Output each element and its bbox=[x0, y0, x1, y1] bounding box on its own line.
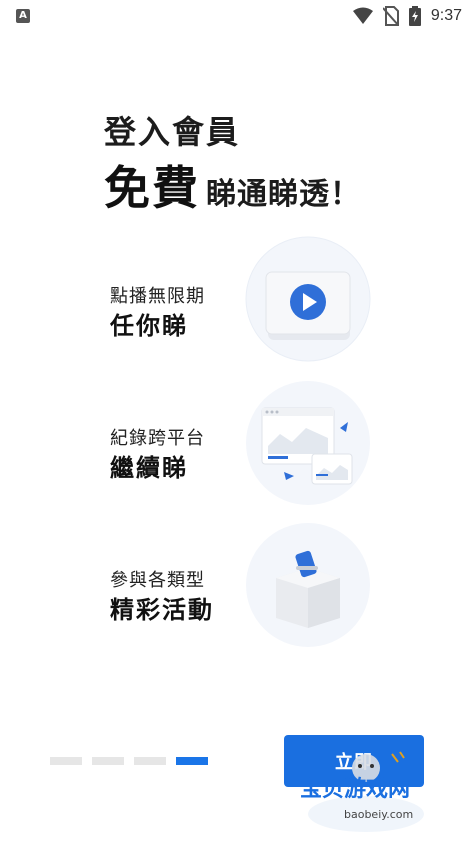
status-icons: 9:37 bbox=[352, 6, 462, 26]
page-dot bbox=[134, 757, 166, 765]
app-notification-icon: A bbox=[16, 9, 30, 23]
battery-charging-icon bbox=[408, 6, 421, 26]
ballot-box-icon bbox=[246, 523, 370, 647]
start-now-button[interactable]: 立即 bbox=[284, 735, 424, 787]
feature-caption: 點播無限期 bbox=[110, 286, 205, 307]
feature-cross-platform: 紀錄跨平台 繼續睇 bbox=[110, 380, 410, 510]
status-bar: A 9:37 bbox=[0, 0, 474, 34]
video-play-icon bbox=[245, 236, 371, 362]
feature-title: 繼續睇 bbox=[110, 454, 188, 482]
cross-platform-icon bbox=[246, 381, 370, 505]
headline-line-2: 免費 睇通睇透！ bbox=[104, 152, 361, 218]
page-dot bbox=[50, 757, 82, 765]
clock: 9:37 bbox=[430, 7, 462, 24]
page-dot-active bbox=[176, 757, 208, 765]
headline-rest: 睇通睇透！ bbox=[206, 177, 361, 212]
feature-caption: 參與各類型 bbox=[110, 570, 205, 591]
feature-video-on-demand: 點播無限期 任你睇 bbox=[110, 236, 410, 366]
feature-title: 精彩活動 bbox=[110, 596, 214, 624]
wifi-icon bbox=[352, 7, 373, 24]
page-dot bbox=[92, 757, 124, 765]
headline-free: 免費 bbox=[104, 161, 200, 215]
feature-activities: 參與各類型 精彩活動 bbox=[110, 522, 410, 652]
watermark-url: baobeiy.com bbox=[344, 808, 413, 821]
headline-line-1: 登入會員 bbox=[104, 113, 241, 151]
feature-title: 任你睇 bbox=[110, 312, 188, 340]
no-sim-icon bbox=[382, 6, 399, 26]
feature-caption: 紀錄跨平台 bbox=[110, 428, 205, 449]
page-indicator bbox=[50, 757, 208, 765]
